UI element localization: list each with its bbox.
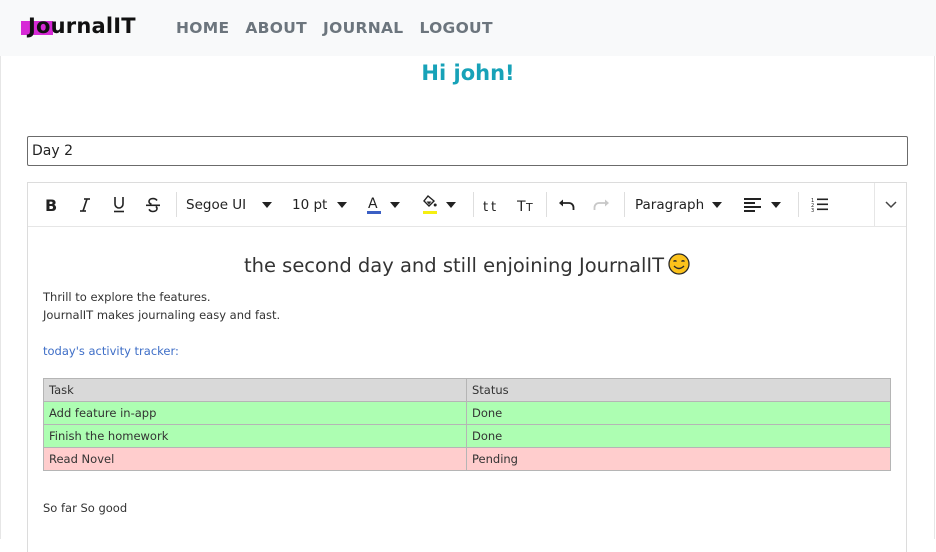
svg-text:A: A: [368, 196, 378, 212]
greeting-heading: Hi john!: [421, 61, 515, 85]
status-cell: Done: [466, 401, 891, 425]
highlight-color-dropdown[interactable]: [422, 183, 466, 226]
nav-links: HOME ABOUT JOURNAL LOGOUT: [176, 19, 493, 37]
toolbar-separator: [176, 192, 177, 217]
svg-text:t: t: [483, 200, 488, 213]
superscript-button[interactable]: tt: [480, 183, 504, 226]
text-size-icon: TT: [517, 199, 533, 213]
chevron-down-icon: [446, 201, 456, 208]
svg-text:B: B: [45, 197, 57, 213]
task-cell: Read Novel: [43, 447, 467, 471]
navbar: JournalIT HOME ABOUT JOURNAL LOGOUT: [0, 0, 936, 56]
paragraph-line-2: JournalIT makes journaling easy and fast…: [43, 308, 281, 322]
bold-button[interactable]: B: [38, 183, 64, 226]
toolbar-separator: [473, 192, 474, 217]
entry-heading-text: the second day and still enjoining Journ…: [243, 254, 665, 277]
chevron-down-icon: [712, 201, 723, 208]
numbered-list-button[interactable]: 123: [808, 183, 832, 226]
svg-text:t: t: [491, 200, 496, 213]
superscript-icon: tt: [483, 200, 496, 213]
tracker-label: today's activity tracker:: [43, 344, 179, 358]
paint-bucket-icon: [423, 194, 437, 214]
chevron-down-icon: [262, 201, 273, 208]
svg-text:T: T: [517, 199, 526, 213]
redo-button[interactable]: [588, 183, 614, 226]
underline-button[interactable]: [106, 183, 132, 226]
strikethrough-button[interactable]: [140, 183, 166, 226]
chevron-down-icon: [884, 200, 897, 208]
font-size-dropdown[interactable]: 10 pt: [292, 183, 352, 226]
chevron-down-icon: [771, 201, 781, 208]
smiling-face-icon: [668, 253, 690, 275]
status-cell: Done: [466, 424, 891, 448]
block-format-label: Paragraph: [635, 196, 705, 213]
bold-icon: B: [45, 197, 57, 213]
nav-home[interactable]: HOME: [176, 19, 229, 37]
entry-heading: the second day and still enjoining Journ…: [28, 253, 906, 277]
table-row: Read Novel Pending: [43, 447, 891, 471]
chevron-down-icon: [337, 201, 348, 208]
table-header-status: Status: [466, 378, 891, 402]
toolbar-separator: [624, 192, 625, 217]
font-size-label: 10 pt: [292, 196, 328, 213]
task-cell: Finish the homework: [43, 424, 467, 448]
svg-text:T: T: [525, 201, 533, 213]
table-row: Add feature in-app Done: [43, 401, 891, 425]
page-border-left: [0, 56, 1, 539]
nav-logout[interactable]: LOGOUT: [419, 19, 492, 37]
table-row: Finish the homework Done: [43, 424, 891, 448]
alignment-dropdown[interactable]: [744, 183, 788, 226]
closing-line: So far So good: [43, 501, 128, 515]
italic-button[interactable]: [72, 183, 98, 226]
rich-text-editor: B Segoe UI 10 pt A tt T T Paragraph 1 2 …: [27, 182, 907, 552]
font-family-label: Segoe UI: [186, 196, 247, 213]
italic-icon: [80, 197, 90, 212]
task-cell: Add feature in-app: [43, 401, 467, 425]
nav-about[interactable]: ABOUT: [245, 19, 307, 37]
block-format-dropdown[interactable]: Paragraph: [635, 183, 725, 226]
redo-icon: [593, 199, 609, 210]
logo-text: JournalIT: [28, 14, 136, 38]
toolbar-separator: [798, 192, 799, 217]
subscript-button[interactable]: TT: [514, 183, 538, 226]
numbered-list-icon: 123: [811, 198, 828, 213]
undo-icon: [559, 199, 575, 210]
strikethrough-icon: [146, 197, 160, 212]
toolbar-separator: [546, 192, 547, 217]
font-family-dropdown[interactable]: Segoe UI: [186, 183, 274, 226]
page-border-right: [934, 56, 935, 539]
status-cell: Pending: [466, 447, 891, 471]
nav-journal[interactable]: JOURNAL: [323, 19, 403, 37]
svg-text:3: 3: [811, 208, 814, 213]
entry-title-input[interactable]: [27, 136, 908, 166]
table-header-task: Task: [43, 378, 467, 402]
chevron-down-icon: [390, 201, 400, 208]
editor-toolbar: B Segoe UI 10 pt A tt T T Paragraph 1 2 …: [28, 183, 906, 227]
font-color-icon: A: [367, 196, 381, 214]
activity-tracker-table: Task Status Add feature in-app Done Fini…: [43, 378, 891, 471]
table-header-row: Task Status: [43, 378, 891, 402]
underline-icon: [114, 197, 124, 213]
more-toolbar-button[interactable]: [875, 183, 906, 226]
paragraph-line-1: Thrill to explore the features.: [43, 290, 211, 304]
align-left-icon: [744, 197, 761, 212]
font-color-dropdown[interactable]: A: [366, 183, 410, 226]
undo-button[interactable]: [554, 183, 580, 226]
